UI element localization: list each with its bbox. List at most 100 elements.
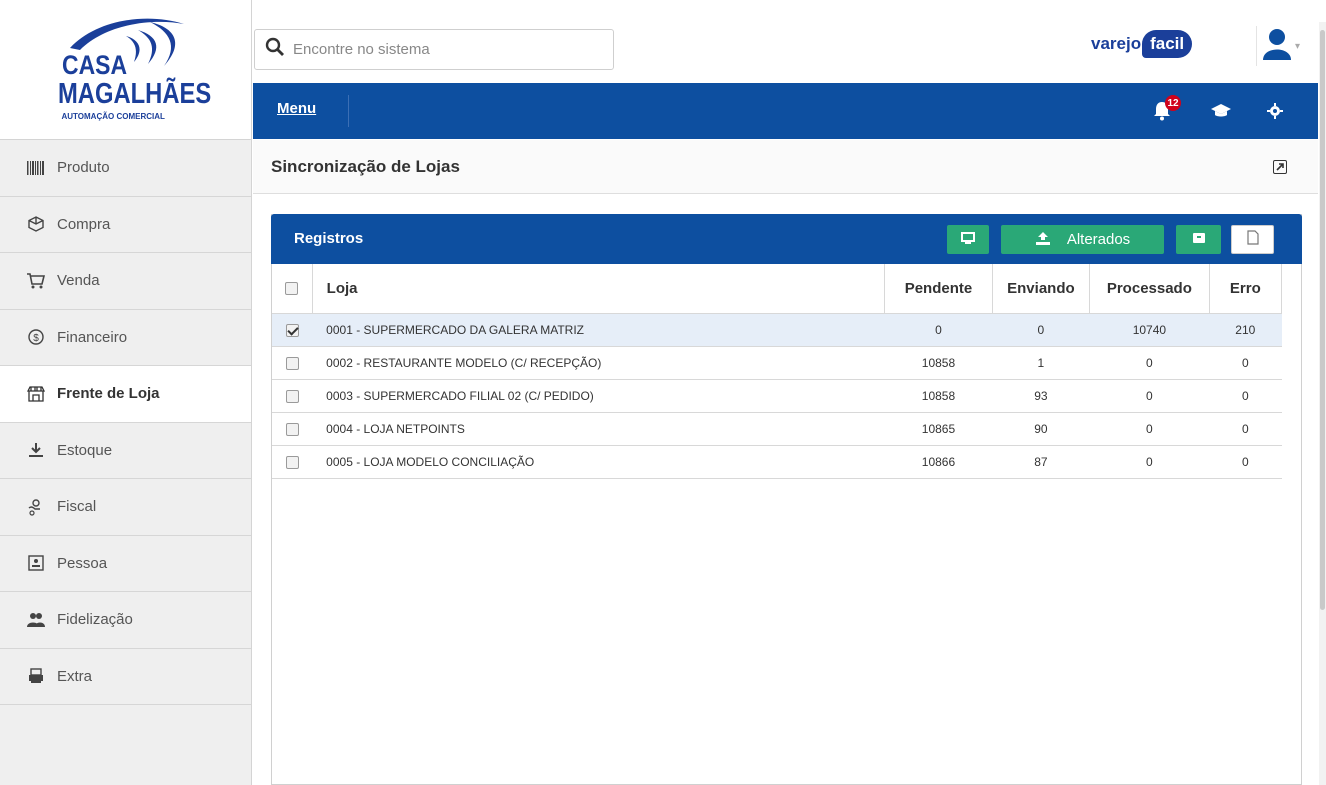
- panel-title: Registros: [294, 230, 364, 247]
- monitor-button[interactable]: [947, 225, 989, 254]
- logo-line1: CASA: [61, 49, 127, 80]
- menu-button[interactable]: Menu: [277, 100, 316, 117]
- cell-loja: 0004 - LOJA NETPOINTS: [312, 412, 885, 446]
- cell-erro: 0: [1209, 445, 1282, 479]
- sidebar-item-produto[interactable]: Produto: [0, 140, 251, 197]
- page-scrollbar-thumb[interactable]: [1320, 30, 1325, 610]
- records-panel-header: Registros Alterados: [271, 214, 1302, 264]
- cell-erro: 0: [1209, 346, 1282, 380]
- document-icon: [1246, 229, 1259, 250]
- cell-processado: 0: [1089, 379, 1210, 413]
- product-name-part1: varejo: [1091, 34, 1142, 53]
- new-document-button[interactable]: [1231, 225, 1274, 254]
- sidebar-item-frente-de-loja[interactable]: Frente de Loja: [0, 366, 251, 423]
- row-select-cell: [272, 412, 313, 446]
- sidebar-item-fidelizacao[interactable]: Fidelização: [0, 592, 251, 649]
- cell-loja: 0001 - SUPERMERCADO DA GALERA MATRIZ: [312, 313, 885, 347]
- column-header-processado[interactable]: Processado: [1089, 264, 1210, 314]
- table-row[interactable]: 0003 - SUPERMERCADO FILIAL 02 (C/ PEDIDO…: [272, 379, 1282, 413]
- sidebar-item-compra[interactable]: Compra: [0, 197, 251, 253]
- sidebar-item-label: Fidelização: [57, 611, 133, 629]
- download-icon: [27, 441, 45, 459]
- row-checkbox[interactable]: [285, 455, 299, 469]
- sidebar-item-label: Fiscal: [57, 498, 97, 516]
- search-box[interactable]: [254, 29, 614, 70]
- column-header-loja[interactable]: Loja: [312, 264, 886, 314]
- cell-pendente: 0: [884, 313, 993, 347]
- cell-enviando: 1: [992, 346, 1090, 380]
- row-checkbox[interactable]: [285, 389, 299, 403]
- cell-pendente: 10866: [884, 445, 993, 479]
- changed-button[interactable]: Alterados: [1001, 225, 1164, 254]
- search-icon: [265, 37, 285, 62]
- cell-erro: 0: [1209, 379, 1282, 413]
- table-row[interactable]: 0002 - RESTAURANTE MODELO (C/ RECEPÇÃO) 1…: [272, 346, 1282, 380]
- sidebar-item-label: Extra: [57, 667, 93, 685]
- company-logo[interactable]: CASA MAGALHÃES AUTOMAÇÃO COMERCIAL: [0, 0, 251, 140]
- table-row[interactable]: 0005 - LOJA MODELO CONCILIAÇÃO 10866 87 0 0: [272, 445, 1282, 479]
- upload-icon: [1035, 231, 1051, 249]
- sidebar-item-label: Venda: [57, 272, 100, 290]
- cell-pendente: 10858: [884, 379, 993, 413]
- cell-processado: 0: [1089, 445, 1210, 479]
- select-all-checkbox[interactable]: [285, 282, 299, 296]
- cell-processado: 0: [1089, 346, 1210, 380]
- cart-icon: [27, 272, 45, 290]
- cell-enviando: 93: [992, 379, 1090, 413]
- product-logo: varejo facil: [1091, 26, 1193, 62]
- sidebar-item-extra[interactable]: Extra: [0, 649, 251, 705]
- cell-loja: 0005 - LOJA MODELO CONCILIAÇÃO: [312, 445, 885, 479]
- column-header-erro[interactable]: Erro: [1209, 264, 1283, 314]
- select-all-cell: [272, 264, 313, 314]
- sidebar-item-venda[interactable]: Venda: [0, 253, 251, 310]
- stores-table: Loja Pendente Enviando Processado Erro 0…: [272, 264, 1283, 479]
- sidebar-item-label: Pessoa: [57, 554, 108, 572]
- app-root: CASA MAGALHÃES AUTOMAÇÃO COMERCIAL Produ…: [0, 0, 1326, 785]
- dollar-icon: $: [27, 328, 45, 346]
- sidebar-item-label: Produto: [57, 159, 110, 177]
- cell-erro: 0: [1209, 412, 1282, 446]
- table-row[interactable]: 0004 - LOJA NETPOINTS 10865 90 0 0: [272, 412, 1282, 446]
- graduation-cap-icon[interactable]: [1209, 99, 1233, 123]
- table-row[interactable]: 0001 - SUPERMERCADO DA GALERA MATRIZ 0 0 10…: [272, 313, 1282, 347]
- cell-pendente: 10865: [884, 412, 993, 446]
- logo-mark: CASA MAGALHÃES AUTOMAÇÃO COMERCIAL: [56, 14, 211, 126]
- printer-icon: [27, 667, 45, 685]
- archive-icon: [1192, 231, 1206, 248]
- archive-button[interactable]: [1176, 225, 1221, 254]
- store-icon: [27, 385, 45, 403]
- fiscal-icon: [27, 498, 45, 516]
- column-header-pendente[interactable]: Pendente: [884, 264, 993, 314]
- barcode-icon: [27, 159, 45, 177]
- product-name-part2: facil: [1142, 30, 1193, 58]
- cell-enviando: 0: [992, 313, 1090, 347]
- box-icon: [27, 215, 45, 233]
- cell-enviando: 90: [992, 412, 1090, 446]
- sidebar-item-label: Frente de Loja: [57, 385, 160, 403]
- search-input[interactable]: [293, 41, 593, 58]
- cell-processado: 0: [1089, 412, 1210, 446]
- column-header-enviando[interactable]: Enviando: [992, 264, 1091, 314]
- menu-bar: Menu 12: [253, 83, 1318, 139]
- sidebar-item-fiscal[interactable]: Fiscal: [0, 479, 251, 536]
- notification-badge: 12: [1165, 95, 1181, 111]
- popout-icon[interactable]: [1273, 160, 1287, 174]
- top-bar: varejo facil ▾: [253, 22, 1326, 82]
- row-checkbox[interactable]: [285, 422, 299, 436]
- monitor-icon: [961, 231, 975, 248]
- gear-icon[interactable]: [1263, 99, 1287, 123]
- sidebar-item-estoque[interactable]: Estoque: [0, 423, 251, 479]
- logo-line2: MAGALHÃES: [57, 77, 211, 110]
- cell-loja: 0003 - SUPERMERCADO FILIAL 02 (C/ PEDIDO…: [312, 379, 885, 413]
- user-menu-button[interactable]: ▾: [1256, 26, 1306, 66]
- sidebar-item-pessoa[interactable]: Pessoa: [0, 536, 251, 592]
- row-select-cell: [272, 379, 313, 413]
- row-select-cell: [272, 346, 313, 380]
- chevron-down-icon: ▾: [1294, 40, 1301, 52]
- changed-button-label: Alterados: [1066, 231, 1131, 248]
- sidebar-item-financeiro[interactable]: $ Financeiro: [0, 310, 251, 366]
- row-checkbox[interactable]: [285, 323, 299, 337]
- users-icon: [27, 611, 45, 629]
- sidebar: CASA MAGALHÃES AUTOMAÇÃO COMERCIAL Produ…: [0, 0, 252, 785]
- row-checkbox[interactable]: [285, 356, 299, 370]
